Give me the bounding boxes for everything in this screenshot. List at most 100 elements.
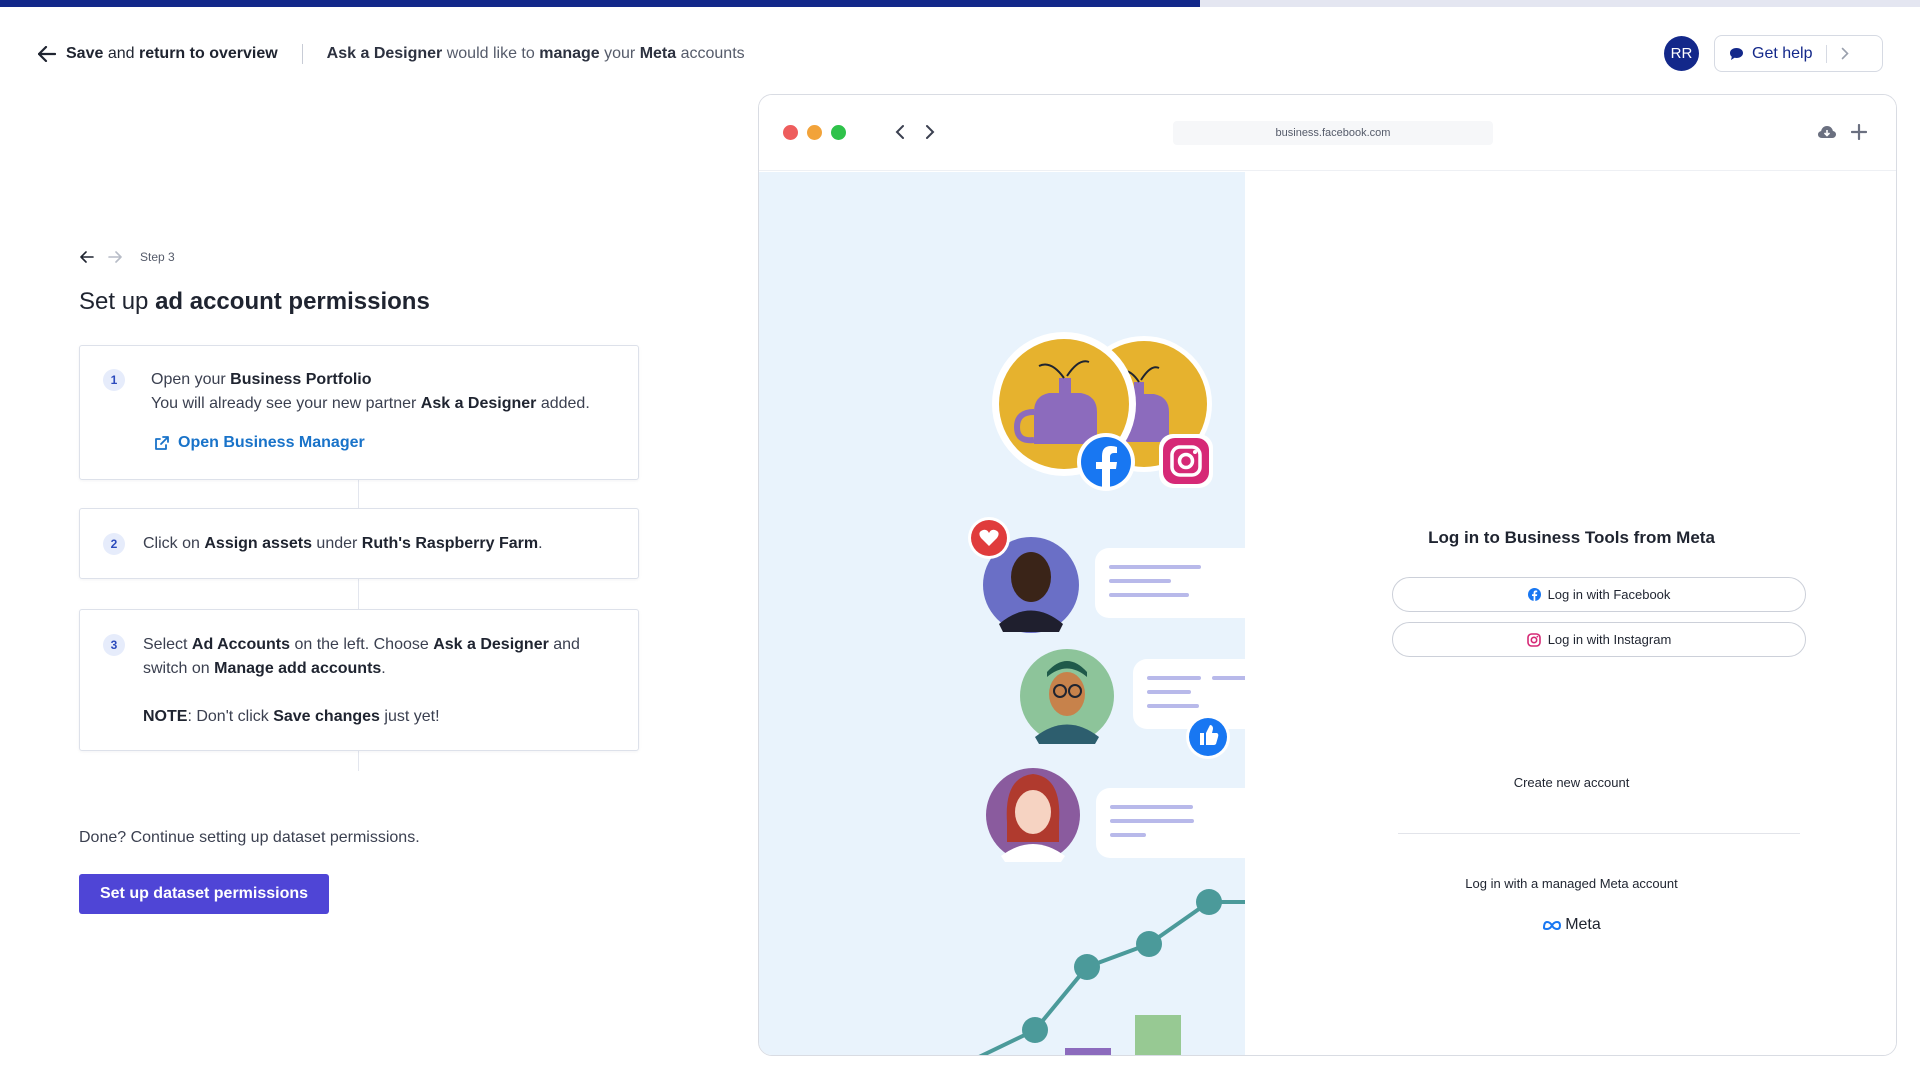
chevron-right-icon[interactable] <box>1841 47 1850 60</box>
card-2-t3: . <box>538 535 543 552</box>
browser-mockup: business.facebook.com Log in to Business… <box>758 94 1897 1056</box>
browser-forward-icon <box>926 125 935 139</box>
login-instagram-button[interactable]: Log in with Instagram <box>1392 622 1806 657</box>
person-avatar-2 <box>1020 649 1114 744</box>
help-divider <box>1826 44 1828 63</box>
request-text-3: accounts <box>676 45 745 62</box>
facebook-badge <box>1077 433 1135 491</box>
chart-bar-purple <box>1065 1048 1111 1055</box>
create-account-link[interactable]: Create new account <box>1245 775 1896 790</box>
instruction-card-1: 1 Open your Business Portfolio You will … <box>79 345 639 480</box>
card-3-spacer <box>143 681 580 705</box>
meta-infinity-icon <box>1543 920 1562 930</box>
get-help-button[interactable]: Get help <box>1714 35 1883 72</box>
top-bar: Save and return to overview Ask a Design… <box>38 44 745 64</box>
card-1-b2: Ask a Designer <box>420 395 537 412</box>
card-3-b3: Manage add accounts <box>214 660 382 677</box>
card-3-t1: Select <box>143 636 192 653</box>
card-2-t1: Click on <box>143 535 205 552</box>
card-2-b2: Ruth's Raspberry Farm <box>361 535 539 552</box>
header-divider <box>301 44 303 64</box>
card-1-t3: added. <box>536 395 590 412</box>
note-b: Save changes <box>273 708 380 725</box>
step-connector <box>358 751 359 771</box>
card-3-b1: Ad Accounts <box>191 636 290 653</box>
card-1-t2: You will already see your new partner <box>151 395 421 412</box>
step-number-badge: 2 <box>103 533 125 555</box>
open-business-manager-link[interactable]: Open Business Manager <box>154 434 365 452</box>
window-close-dot <box>783 125 798 140</box>
login-divider <box>1398 833 1800 834</box>
card-2-text: Click on Assign assets under Ruth's Rasp… <box>143 532 543 556</box>
card-3-note: NOTE: Don't click Save changes just yet! <box>143 705 580 729</box>
plus-icon <box>1851 124 1867 140</box>
like-badge <box>1186 715 1230 759</box>
step-number-badge: 3 <box>103 634 125 656</box>
step-forward-icon[interactable] <box>108 251 122 263</box>
meta-logo: Meta <box>1245 916 1896 934</box>
managed-account-link[interactable]: Log in with a managed Meta account <box>1245 876 1896 891</box>
card-1-line-1: Open your Business Portfolio <box>151 368 590 392</box>
cloud-download-icon <box>1818 126 1836 138</box>
request-text-2: your <box>599 45 640 62</box>
card-1-t1: Open your <box>151 371 231 388</box>
note-t2: just yet! <box>379 708 440 725</box>
setup-dataset-permissions-button[interactable]: Set up dataset permissions <box>79 874 329 914</box>
get-help-label: Get help <box>1752 44 1813 62</box>
card-3-t3: and <box>548 636 580 653</box>
instruction-card-2: 2 Click on Assign assets under Ruth's Ra… <box>79 508 639 579</box>
login-panel: Log in to Business Tools from Meta Log i… <box>1245 172 1896 1055</box>
title-plain: Set up <box>79 288 156 315</box>
login-facebook-button[interactable]: Log in with Facebook <box>1392 577 1806 612</box>
note-label: NOTE <box>143 708 188 725</box>
person-avatar-3 <box>986 768 1080 862</box>
card-2-t2: under <box>311 535 362 552</box>
request-text: Ask a Designer would like to manage your… <box>327 45 745 63</box>
login-facebook-label: Log in with Facebook <box>1547 587 1671 602</box>
window-minimize-dot <box>807 125 822 140</box>
card-3-text: Select Ad Accounts on the left. Choose A… <box>143 633 580 729</box>
step-connector <box>358 480 359 508</box>
back-label-save: Save <box>66 45 104 62</box>
card-3-line-1: Select Ad Accounts on the left. Choose A… <box>143 633 580 657</box>
note-t1: : Don't click <box>187 708 274 725</box>
step-connector <box>358 579 359 609</box>
card-3-t5: . <box>381 660 386 677</box>
done-text: Done? Continue setting up dataset permis… <box>79 829 420 846</box>
window-maximize-dot <box>831 125 846 140</box>
progress-fill <box>0 0 1200 7</box>
card-3-t4: switch on <box>143 660 215 677</box>
step-back-icon[interactable] <box>80 251 94 263</box>
card-1-b1: Business Portfolio <box>230 371 372 388</box>
step-label: Step 3 <box>140 250 175 264</box>
card-1-text: Open your Business Portfolio You will al… <box>151 368 590 416</box>
meta-logo-text: Meta <box>1565 916 1601 933</box>
request-meta: Meta <box>639 45 677 62</box>
instagram-badge <box>1159 434 1213 488</box>
user-avatar[interactable]: RR <box>1664 36 1699 71</box>
request-partner: Ask a Designer <box>326 45 443 62</box>
login-title: Log in to Business Tools from Meta <box>1428 528 1715 547</box>
back-label-return: return to overview <box>138 45 278 62</box>
step-number-badge: 1 <box>103 369 125 391</box>
progress-bar <box>0 0 1920 7</box>
chart-bar-green <box>1135 1015 1181 1055</box>
request-manage: manage <box>539 45 600 62</box>
card-3-line-2: switch on Manage add accounts. <box>143 657 580 681</box>
open-business-manager-label: Open Business Manager <box>178 434 365 451</box>
instruction-card-3: 3 Select Ad Accounts on the left. Choose… <box>79 609 639 751</box>
illustration-panel <box>759 172 1245 1055</box>
login-instagram-label: Log in with Instagram <box>1547 632 1672 647</box>
step-nav: Step 3 <box>80 250 175 264</box>
card-3-t2: on the left. Choose <box>290 636 434 653</box>
browser-toolbar: business.facebook.com <box>759 95 1896 171</box>
page-title: Set up ad account permissions <box>79 288 430 316</box>
card-3-b2: Ask a Designer <box>433 636 549 653</box>
save-return-link[interactable]: Save and return to overview <box>38 45 278 63</box>
arrow-left-icon <box>38 46 56 62</box>
instagram-icon <box>1526 632 1541 647</box>
title-bold: ad account permissions <box>155 288 430 315</box>
chat-bubble-icon <box>1730 47 1743 60</box>
social-illustration <box>968 332 1245 1055</box>
facebook-icon <box>1527 588 1541 601</box>
